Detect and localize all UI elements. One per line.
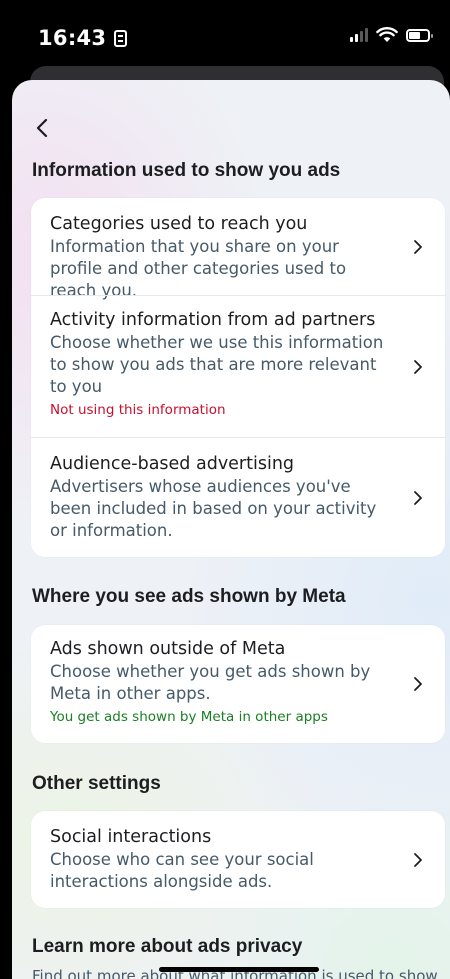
info-card: Categories used to reach you Information…: [31, 198, 445, 557]
section-heading-where: Where you see ads shown by Meta: [32, 586, 346, 607]
activity-info-row[interactable]: Activity information from ad partners Ch…: [31, 295, 445, 437]
status-time-text: 16:43: [38, 26, 107, 50]
back-button[interactable]: [30, 114, 54, 142]
home-indicator[interactable]: [159, 967, 319, 972]
learn-more-heading: Learn more about ads privacy: [32, 936, 303, 957]
categories-row[interactable]: Categories used to reach you Information…: [31, 198, 445, 300]
chevron-left-icon: [36, 118, 48, 138]
row-title: Social interactions: [50, 827, 212, 847]
where-card: Ads shown outside of Meta Choose whether…: [31, 625, 445, 743]
chevron-right-icon: [414, 239, 422, 254]
wifi-icon: [376, 27, 398, 42]
row-title: Categories used to reach you: [50, 214, 308, 234]
row-title: Audience-based advertising: [50, 454, 295, 474]
chevron-right-icon: [414, 359, 422, 374]
row-description: Choose whether you get ads shown by Meta…: [50, 662, 371, 703]
status-text: You get ads shown by Meta in other apps: [50, 709, 328, 725]
status-time: 16:43: [38, 26, 128, 50]
row-title: Activity information from ad partners: [50, 310, 376, 330]
ad-settings-sheet: Information used to show you ads Categor…: [12, 80, 450, 979]
other-card: Social interactions Choose who can see y…: [31, 811, 445, 908]
row-description: Information that you share on your profi…: [50, 237, 347, 300]
chevron-right-icon: [414, 490, 422, 505]
notification-badge-icon: [114, 30, 128, 47]
section-heading-info: Information used to show you ads: [32, 160, 341, 181]
social-interactions-row[interactable]: Social interactions Choose who can see y…: [31, 811, 445, 908]
battery-icon: [406, 28, 433, 42]
status-text: Not using this information: [50, 402, 226, 418]
row-description: Choose whether we use this information t…: [50, 333, 384, 396]
row-title: Ads shown outside of Meta: [50, 639, 286, 659]
ads-outside-meta-row[interactable]: Ads shown outside of Meta Choose whether…: [31, 625, 445, 743]
status-icons: [350, 27, 433, 43]
audience-advertising-row[interactable]: Audience-based advertising Advertisers w…: [31, 437, 445, 557]
signal-icon: [350, 28, 368, 42]
chevron-right-icon: [414, 677, 422, 691]
row-description: Choose who can see your social interacti…: [50, 850, 314, 891]
status-bar: 16:43: [0, 0, 450, 66]
chevron-right-icon: [414, 852, 422, 867]
row-description: Advertisers whose audiences you've been …: [50, 477, 377, 540]
section-heading-other: Other settings: [32, 773, 161, 794]
